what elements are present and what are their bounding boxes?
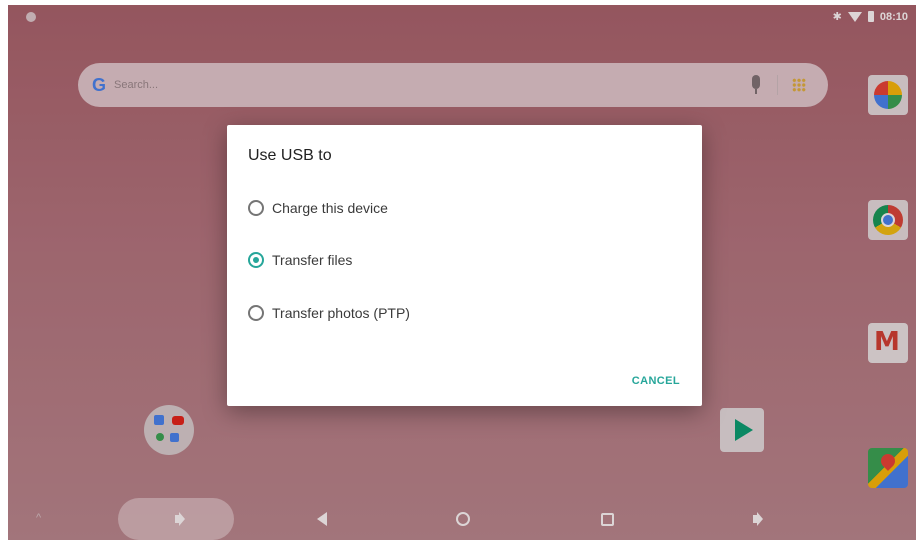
option-transfer-files[interactable]: Transfer files xyxy=(248,247,352,273)
radio-button[interactable] xyxy=(248,200,264,216)
dialog-title: Use USB to xyxy=(248,147,332,164)
option-label: Charge this device xyxy=(272,200,388,216)
option-transfer-photos[interactable]: Transfer photos (PTP) xyxy=(248,300,410,326)
radio-button[interactable] xyxy=(248,305,264,321)
usb-options-dialog: Use USB to Charge this device Transfer f… xyxy=(227,125,702,406)
cancel-button[interactable]: CANCEL xyxy=(632,375,680,387)
radio-button-selected[interactable] xyxy=(248,252,264,268)
option-label: Transfer photos (PTP) xyxy=(272,305,410,321)
option-charge-device[interactable]: Charge this device xyxy=(248,195,388,221)
option-label: Transfer files xyxy=(272,252,353,268)
